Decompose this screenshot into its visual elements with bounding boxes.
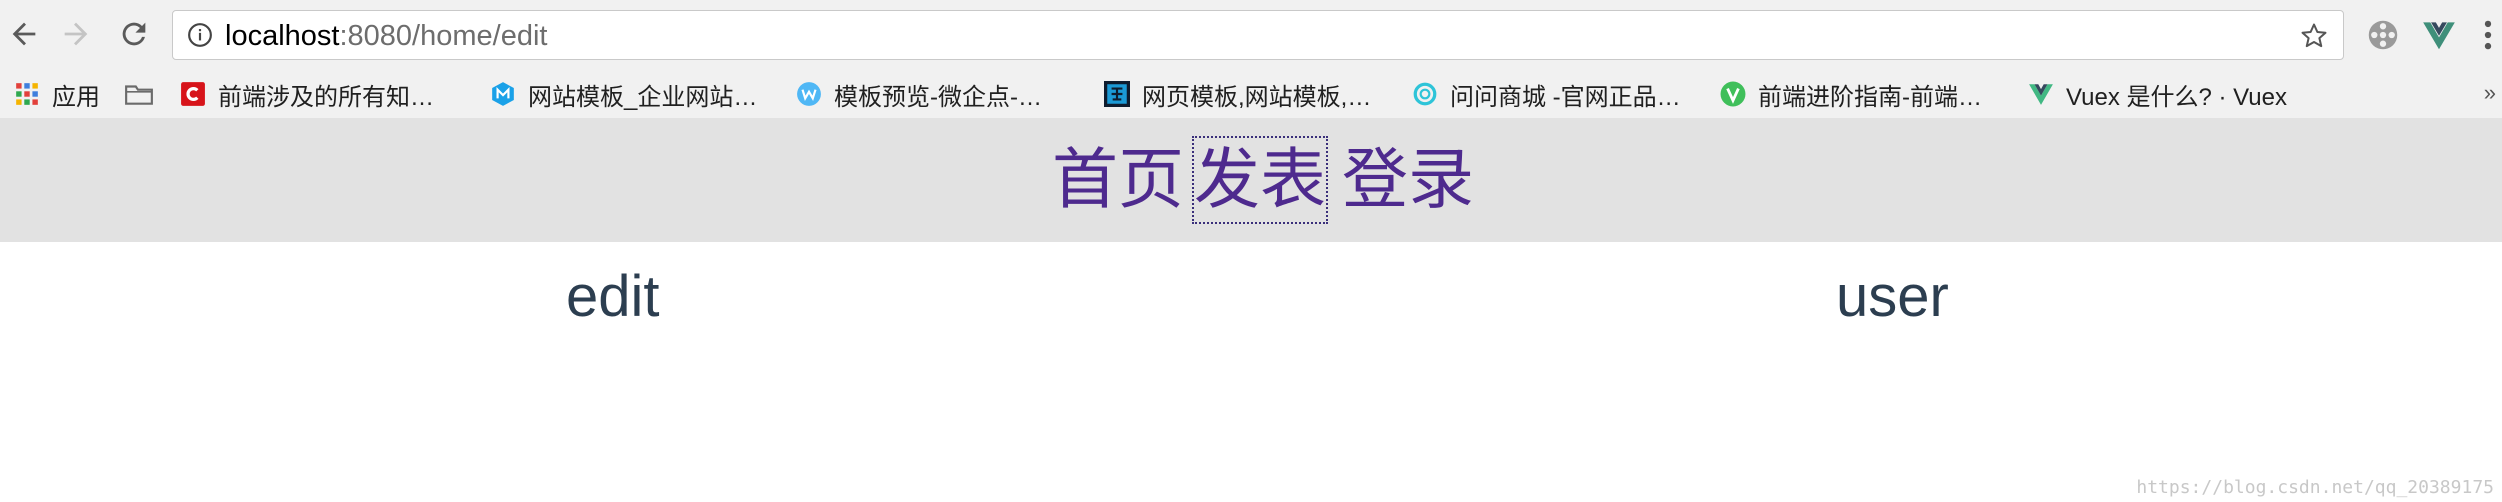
bookmark-label: 模板预览-微企点-… xyxy=(834,83,1042,111)
bookmark-label: Vuex 是什么? · Vuex xyxy=(2066,83,2287,111)
app-nav: 首页 发表 登录 xyxy=(0,118,2502,242)
bookmark-label: 前端涉及的所有知… xyxy=(218,83,434,111)
bookmark-apps[interactable]: 应用 xyxy=(14,70,100,118)
vue-devtools-icon[interactable] xyxy=(2420,16,2458,54)
edit-view-text: edit xyxy=(566,264,660,329)
site-v-icon xyxy=(1720,81,1746,107)
bookmarks-bar: 应用 前端涉及的所有知… 网站模板_企业网站… 模板预览-微企点-… 网页模板,… xyxy=(0,70,2502,118)
bookmark-item[interactable]: 问问商城 -官网正品… xyxy=(1412,70,1681,118)
bookmark-item[interactable]: Vuex 是什么? · Vuex xyxy=(2028,70,2287,118)
arrow-left-icon xyxy=(12,22,36,46)
vue-logo-icon xyxy=(2029,84,2053,105)
url-host: localhost xyxy=(225,20,340,52)
bookmarks-overflow-button[interactable]: » xyxy=(2484,80,2496,106)
bookmark-item[interactable]: 网站模板_企业网站… xyxy=(490,70,757,118)
bookmark-label: 网页模板,网站模板,… xyxy=(1142,83,1372,111)
watermark: https://blog.csdn.net/qq_20389175 xyxy=(2136,477,2494,498)
url-path: :8080/home/edit xyxy=(339,20,548,52)
site-w-icon xyxy=(797,82,821,106)
bookmark-label: 问问商城 -官网正品… xyxy=(1450,83,1681,111)
bookmark-item[interactable]: 前端涉及的所有知… xyxy=(180,70,434,118)
arrow-right-icon xyxy=(64,22,88,46)
bookmark-item[interactable]: 前端进阶指南-前端… xyxy=(1720,70,1982,118)
folder-icon xyxy=(125,85,153,105)
bookmark-item[interactable]: 模板预览-微企点-… xyxy=(796,70,1042,118)
more-vert-icon[interactable] xyxy=(2478,16,2498,54)
star-icon[interactable] xyxy=(2299,21,2329,51)
back-button[interactable] xyxy=(4,14,44,54)
bookmark-folder[interactable] xyxy=(124,70,166,118)
user-view-text: user xyxy=(1836,264,1949,329)
info-icon[interactable] xyxy=(187,22,213,48)
nav-link-login[interactable]: 登录 xyxy=(1342,138,1474,222)
bookmark-item[interactable]: 网页模板,网站模板,… xyxy=(1104,70,1371,118)
site-c-icon xyxy=(181,82,205,106)
bookmark-label: 应用 xyxy=(52,83,100,111)
site-m-icon xyxy=(492,82,514,106)
url-text[interactable]: localhost:8080/home/edit xyxy=(225,19,547,53)
reload-icon xyxy=(122,22,146,46)
site-ring-icon xyxy=(1413,82,1437,106)
reload-button[interactable] xyxy=(114,14,154,54)
address-bar[interactable]: localhost:8080/home/edit xyxy=(172,10,2344,60)
bookmark-label: 网站模板_企业网站… xyxy=(528,83,758,111)
film-reel-icon[interactable] xyxy=(2364,16,2402,54)
site-mo-icon xyxy=(1104,81,1130,107)
apps-grid-icon xyxy=(16,83,38,105)
bookmark-label: 前端进阶指南-前端… xyxy=(1758,83,1982,111)
nav-link-home[interactable]: 首页 xyxy=(1052,138,1184,222)
nav-link-publish[interactable]: 发表 xyxy=(1192,136,1328,224)
forward-button[interactable] xyxy=(56,14,96,54)
browser-toolbar: localhost:8080/home/edit xyxy=(0,0,2502,70)
